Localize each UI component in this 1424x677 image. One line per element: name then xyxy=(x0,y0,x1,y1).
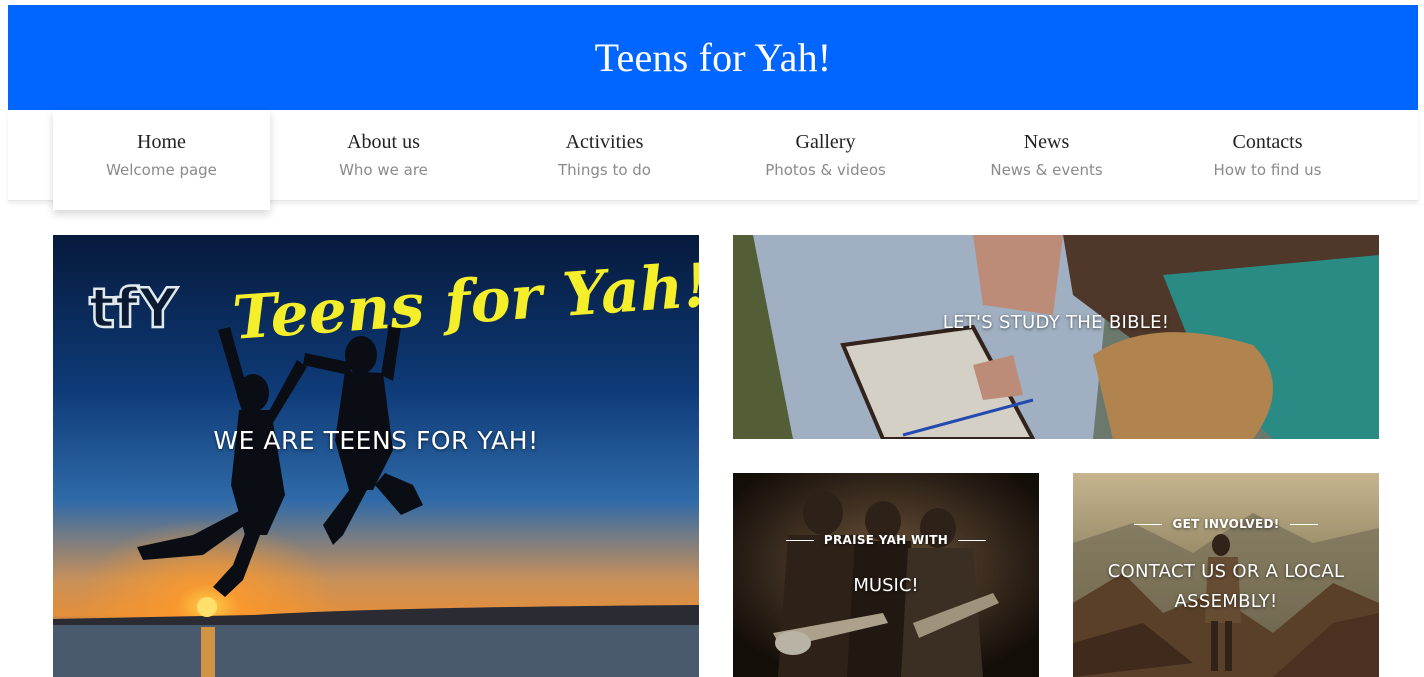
nav-item-sublabel: Welcome page xyxy=(106,161,217,179)
tfy-logo-mark: tfY xyxy=(89,277,178,340)
nav-item-label: Home xyxy=(137,131,186,153)
music-pre-heading: PRAISE YAH WITH xyxy=(733,533,1039,547)
nav-item-gallery[interactable]: Gallery Photos & videos xyxy=(717,110,934,210)
music-pre-text: PRAISE YAH WITH xyxy=(823,533,949,547)
nav-item-sublabel: News & events xyxy=(990,161,1103,179)
hero-caption: WE ARE TEENS FOR YAH! xyxy=(213,426,539,455)
nav-item-label: News xyxy=(1023,131,1070,153)
nav-item-sublabel: Photos & videos xyxy=(765,161,886,179)
nav-item-label: Activities xyxy=(565,131,644,153)
jumping-teens-sunset-image: tfY Teens for Yah! xyxy=(53,235,699,677)
nav-item-label: Contacts xyxy=(1232,131,1303,153)
contact-pre-heading: GET INVOLVED! xyxy=(1073,517,1379,531)
nav-item-sublabel: Things to do xyxy=(558,161,651,179)
bible-study-image xyxy=(733,235,1379,439)
nav-item-about[interactable]: About us Who we are xyxy=(275,110,492,210)
nav-item-activities[interactable]: Activities Things to do xyxy=(496,110,713,210)
tile-contact[interactable]: GET INVOLVED! CONTACT US OR A LOCAL ASSE… xyxy=(1073,473,1379,677)
nav-item-home[interactable]: Home Welcome page xyxy=(53,110,270,210)
divider-line xyxy=(958,539,987,541)
nav-item-sublabel: How to find us xyxy=(1213,161,1322,179)
contact-caption-line1: CONTACT US OR A LOCAL xyxy=(1107,561,1345,582)
site-title: Teens for Yah! xyxy=(594,35,832,80)
divider-line xyxy=(785,539,814,541)
bible-caption: LET'S STUDY THE BIBLE! xyxy=(942,312,1170,333)
nav-item-label: Gallery xyxy=(795,131,856,153)
site-header: Teens for Yah! xyxy=(8,5,1418,110)
tile-bible-study[interactable]: LET'S STUDY THE BIBLE! xyxy=(733,235,1379,439)
nav-item-contacts[interactable]: Contacts How to find us xyxy=(1159,110,1376,210)
contact-caption-line2: ASSEMBLY! xyxy=(1174,591,1278,612)
contact-pre-text: GET INVOLVED! xyxy=(1172,517,1280,531)
tile-music[interactable]: PRAISE YAH WITH MUSIC! xyxy=(733,473,1039,677)
nav-item-news[interactable]: News News & events xyxy=(938,110,1155,210)
hero-tile-teens[interactable]: tfY Teens for Yah! WE ARE TEENS FOR YAH! xyxy=(53,235,699,677)
music-caption: MUSIC! xyxy=(853,575,919,596)
divider-line xyxy=(1289,523,1318,525)
main-nav: Home Welcome page About us Who we are Ac… xyxy=(8,110,1418,210)
nav-item-label: About us xyxy=(347,131,420,153)
divider-line xyxy=(1134,523,1163,525)
contact-caption: CONTACT US OR A LOCAL ASSEMBLY! xyxy=(1073,557,1379,617)
nav-item-sublabel: Who we are xyxy=(339,161,428,179)
